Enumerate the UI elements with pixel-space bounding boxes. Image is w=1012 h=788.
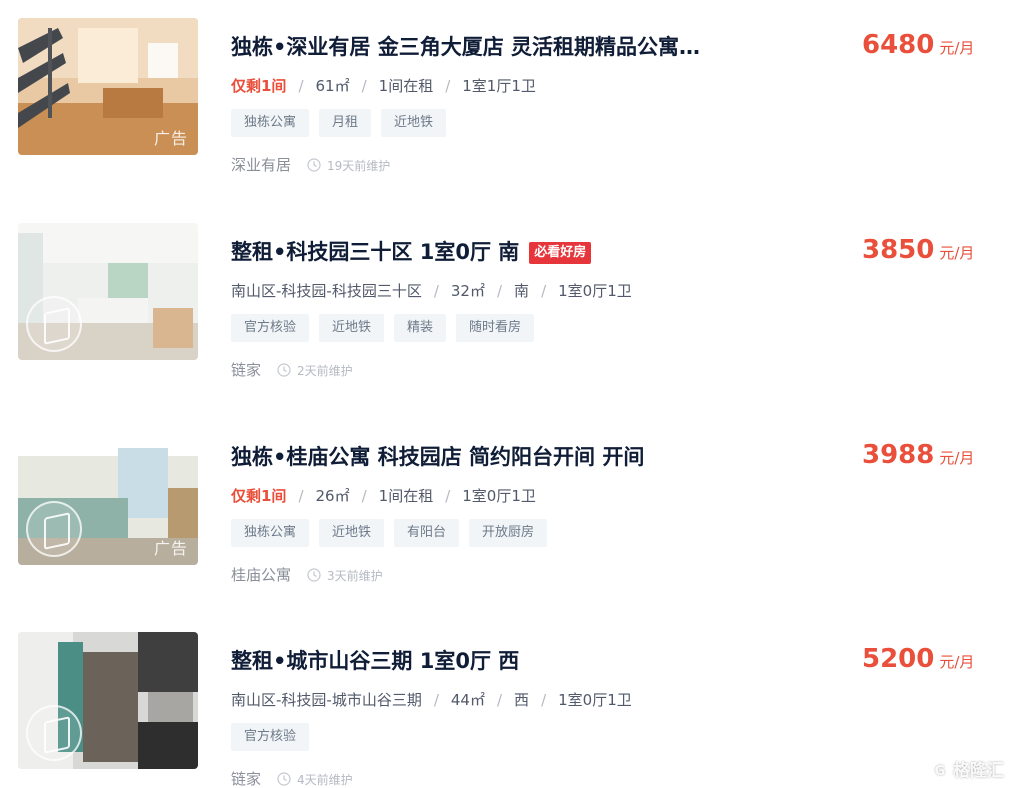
- tag-list: 独栋公寓 近地铁 有阳台 开放厨房: [231, 519, 548, 547]
- tag: 官方核验: [231, 314, 310, 342]
- brand-name: 桂庙公寓: [231, 566, 292, 584]
- tag-list: 官方核验: [231, 723, 310, 751]
- location[interactable]: 南山区-科技园-城市山谷三期: [231, 691, 422, 709]
- listing-title[interactable]: 独栋•深业有居 金三角大厦店 灵活租期精品公寓…: [231, 32, 771, 62]
- listing-desc: 仅剩1间/26㎡/1间在租/1室0厅1卫: [231, 487, 536, 505]
- listing-title-text: 整租•科技园三十区 1室0厅 南: [231, 240, 520, 264]
- listing-title[interactable]: 独栋•桂庙公寓 科技园店 简约阳台开间 开间: [231, 442, 771, 472]
- price-value: 3850: [862, 235, 935, 265]
- listing-thumbnail[interactable]: 广告: [18, 428, 198, 565]
- listing-card[interactable]: 广告 独栋•深业有居 金三角大厦店 灵活租期精品公寓… 仅剩1间/61㎡/1间在…: [0, 18, 1012, 174]
- listing-thumbnail[interactable]: 广告: [18, 18, 198, 155]
- brand-name: 链家: [231, 770, 262, 788]
- listing-title[interactable]: 整租•城市山谷三期 1室0厅 西: [231, 646, 771, 676]
- tag-list: 独栋公寓 月租 近地铁: [231, 109, 447, 137]
- orientation: 西: [514, 691, 530, 709]
- clock-icon: [307, 158, 321, 172]
- vr-view-icon[interactable]: [26, 501, 82, 557]
- ad-label: 广告: [153, 539, 188, 558]
- layout: 1室1厅1卫: [462, 77, 536, 95]
- tag: 月租: [319, 109, 372, 137]
- listing-brand: 链家 4天前维护: [231, 768, 353, 788]
- listing-price: 3988 元/月: [862, 440, 974, 470]
- listing-price: 6480 元/月: [862, 30, 974, 60]
- area: 61㎡: [315, 77, 350, 95]
- maintain-time: 3天前维护: [327, 569, 383, 583]
- watermark-glyph: G: [930, 762, 950, 782]
- listing-price: 5200 元/月: [862, 644, 974, 674]
- listing-title[interactable]: 整租•科技园三十区 1室0厅 南必看好房: [231, 237, 771, 267]
- listing-desc: 南山区-科技园-城市山谷三期/44㎡ / 西/1室0厅1卫: [231, 691, 632, 709]
- tag: 独栋公寓: [231, 519, 310, 547]
- price-value: 6480: [862, 30, 935, 60]
- tag: 独栋公寓: [231, 109, 310, 137]
- tag: 随时看房: [456, 314, 535, 342]
- availability-label: 仅剩1间: [231, 487, 287, 505]
- rent-count: 1间在租: [378, 487, 434, 505]
- listing-desc: 南山区-科技园-科技园三十区/32㎡ / 南/1室0厅1卫: [231, 282, 632, 300]
- clock-icon: [307, 568, 321, 582]
- tag-list: 官方核验 近地铁 精装 随时看房: [231, 314, 535, 342]
- tag: 精装: [394, 314, 447, 342]
- vr-view-icon[interactable]: [26, 705, 82, 761]
- brand-name: 深业有居: [231, 156, 292, 174]
- maintain-time: 19天前维护: [327, 159, 391, 173]
- ad-label: 广告: [153, 129, 188, 148]
- price-value: 3988: [862, 440, 935, 470]
- price-unit: 元/月: [939, 653, 975, 671]
- tag: 近地铁: [319, 519, 385, 547]
- tag: 近地铁: [381, 109, 447, 137]
- area: 44㎡: [450, 691, 485, 709]
- watermark-text: 格隆汇: [953, 761, 1004, 781]
- maintain-time: 4天前维护: [297, 773, 353, 787]
- brand-name: 链家: [231, 361, 262, 379]
- listing-card[interactable]: 整租•科技园三十区 1室0厅 南必看好房 南山区-科技园-科技园三十区/32㎡ /…: [0, 223, 1012, 379]
- area: 32㎡: [450, 282, 485, 300]
- maintain-time: 2天前维护: [297, 364, 353, 378]
- must-see-badge: 必看好房: [529, 242, 592, 264]
- orientation: 南: [514, 282, 530, 300]
- listing-card[interactable]: 广告 独栋•桂庙公寓 科技园店 简约阳台开间 开间 仅剩1间/26㎡/1间在租 /…: [0, 428, 1012, 584]
- listing-desc: 仅剩1间/61㎡/1间在租/1室1厅1卫: [231, 77, 536, 95]
- tag: 官方核验: [231, 723, 310, 751]
- clock-icon: [277, 772, 291, 786]
- rent-count: 1间在租: [378, 77, 434, 95]
- listing-thumbnail[interactable]: [18, 632, 198, 769]
- listing-list: 广告 独栋•深业有居 金三角大厦店 灵活租期精品公寓… 仅剩1间/61㎡/1间在…: [0, 0, 1012, 788]
- layout: 1室0厅1卫: [462, 487, 536, 505]
- layout: 1室0厅1卫: [558, 282, 632, 300]
- listing-card[interactable]: 整租•城市山谷三期 1室0厅 西 南山区-科技园-城市山谷三期/44㎡ / 西/1室…: [0, 632, 1012, 788]
- listing-brand: 深业有居 19天前维护: [231, 154, 390, 177]
- listing-brand: 链家 2天前维护: [231, 359, 353, 382]
- clock-icon: [277, 363, 291, 377]
- vr-view-icon[interactable]: [26, 296, 82, 352]
- price-unit: 元/月: [939, 449, 975, 467]
- tag: 有阳台: [394, 519, 460, 547]
- price-unit: 元/月: [939, 39, 975, 57]
- listing-price: 3850 元/月: [862, 235, 974, 265]
- listing-thumbnail[interactable]: [18, 223, 198, 360]
- availability-label: 仅剩1间: [231, 77, 287, 95]
- location[interactable]: 南山区-科技园-科技园三十区: [231, 282, 422, 300]
- price-value: 5200: [862, 644, 935, 674]
- layout: 1室0厅1卫: [558, 691, 632, 709]
- area: 26㎡: [315, 487, 350, 505]
- price-unit: 元/月: [939, 244, 975, 262]
- tag: 开放厨房: [469, 519, 548, 547]
- tag: 近地铁: [319, 314, 385, 342]
- watermark-logo: G 格隆汇: [930, 756, 1004, 782]
- listing-brand: 桂庙公寓 3天前维护: [231, 564, 383, 587]
